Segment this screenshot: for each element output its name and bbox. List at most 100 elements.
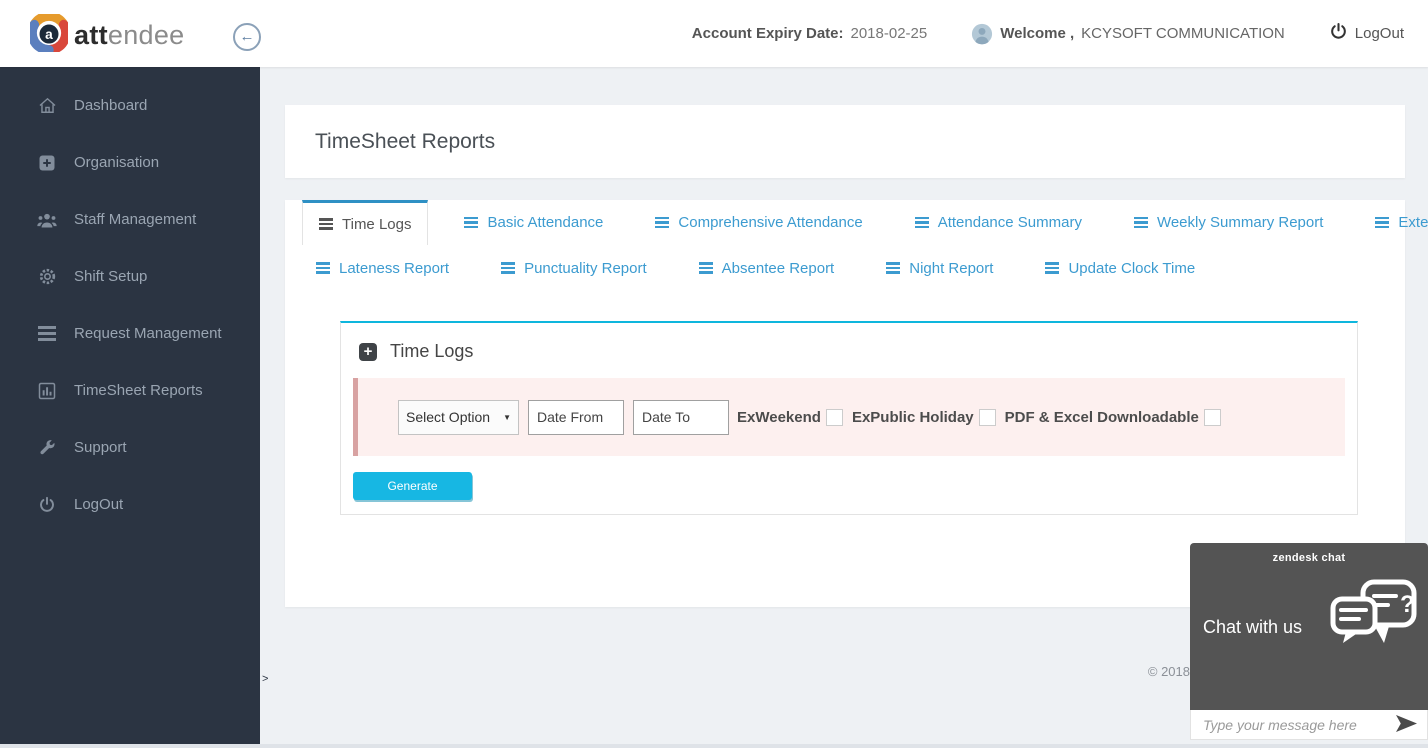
sidebar-item-label: Organisation <box>74 154 160 171</box>
tab-label: Time Logs <box>342 215 412 233</box>
report-filter-form: Select Option ▼ ExWeekend ExPublic Holid… <box>353 378 1345 456</box>
tab-time-logs[interactable]: Time Logs <box>302 200 429 245</box>
tab-label: Extended Report <box>1398 214 1428 231</box>
svg-text:?: ? <box>1400 591 1415 618</box>
back-button[interactable]: ← <box>233 23 261 51</box>
copyright-text: © 2018 <box>1147 664 1190 679</box>
wrench-icon <box>37 439 57 457</box>
plus-square-icon <box>37 154 57 172</box>
page-title-card: TimeSheet Reports <box>285 105 1405 178</box>
sidebar-item-label: Staff Management <box>74 211 197 228</box>
account-expiry: Account Expiry Date: 2018-02-25 <box>692 25 927 42</box>
tab-label: Update Clock Time <box>1068 259 1196 277</box>
welcome-label: Welcome , <box>1000 25 1075 42</box>
power-icon <box>1329 22 1348 45</box>
send-button[interactable] <box>1396 714 1417 735</box>
hamburger-icon <box>1133 217 1148 228</box>
sidebar-item-timesheet-reports[interactable]: TimeSheet Reports <box>0 362 260 419</box>
chat-panel[interactable]: zendesk chat Chat with us ? <box>1190 543 1428 710</box>
list-icon <box>37 326 57 341</box>
expand-plus-icon[interactable]: + <box>359 342 377 361</box>
tab-label: Attendance Summary <box>937 214 1082 231</box>
tab-absentee-report[interactable]: Absentee Report <box>683 249 851 287</box>
chat-message-input[interactable] <box>1203 716 1396 733</box>
power-icon <box>37 496 57 514</box>
generate-button[interactable]: Generate <box>353 472 472 500</box>
sidebar-item-shift-setup[interactable]: Shift Setup <box>0 248 260 305</box>
logout-button-header[interactable]: LogOut <box>1329 22 1404 45</box>
tab-update-clock-time[interactable]: Update Clock Time <box>1029 249 1211 287</box>
time-logs-panel: + Time Logs Select Option ▼ ExWeekend Ex… <box>340 321 1358 515</box>
stray-text: > <box>262 673 269 685</box>
tab-label: Comprehensive Attendance <box>678 214 863 231</box>
sidebar-item-organisation[interactable]: Organisation <box>0 134 260 191</box>
hamburger-icon <box>1045 262 1060 273</box>
sidebar-item-dashboard[interactable]: Dashboard <box>0 77 260 134</box>
logout-label: LogOut <box>1354 25 1404 42</box>
date-from-input[interactable] <box>528 399 624 435</box>
hamburger-icon <box>914 217 929 228</box>
panel-title: Time Logs <box>390 341 474 361</box>
sidebar: Dashboard Organisation Staff Management … <box>0 67 260 748</box>
sidebar-item-request-management[interactable]: Request Management <box>0 305 260 362</box>
account-expiry-value: 2018-02-25 <box>850 25 928 42</box>
logo-text: attendee <box>74 20 185 50</box>
tab-extended-report[interactable]: Extended Report <box>1359 200 1428 245</box>
welcome-block: Welcome , KCYSOFT COMMUNICATION <box>971 23 1285 45</box>
chevron-down-icon: ▼ <box>503 412 511 422</box>
tab-label: Lateness Report <box>339 259 450 277</box>
avatar-icon <box>971 23 993 45</box>
bottom-border-strip <box>0 744 1428 748</box>
logo-icon: a <box>27 11 71 57</box>
tab-label: Punctuality Report <box>524 259 647 277</box>
zendesk-chat-widget: zendesk chat Chat with us ? <box>1190 543 1428 740</box>
select-option-dropdown[interactable]: Select Option ▼ <box>398 399 519 435</box>
sidebar-item-label: Support <box>74 439 127 456</box>
hamburger-icon <box>319 218 333 229</box>
hamburger-icon <box>698 262 713 273</box>
sidebar-item-support[interactable]: Support <box>0 419 260 476</box>
sidebar-item-staff-management[interactable]: Staff Management <box>0 191 260 248</box>
sidebar-item-label: Shift Setup <box>74 268 148 285</box>
logo[interactable]: a attendee <box>27 11 185 57</box>
sidebar-item-label: Request Management <box>74 325 222 342</box>
sidebar-item-label: Dashboard <box>74 97 148 114</box>
tabs-row-2: Lateness Report Punctuality Report Absen… <box>285 249 1405 287</box>
tab-night-report[interactable]: Night Report <box>870 249 1009 287</box>
panel-header: + Time Logs <box>359 341 1345 362</box>
company-name: KCYSOFT COMMUNICATION <box>1081 25 1285 42</box>
users-icon <box>37 211 57 229</box>
chat-bubbles-icon: ? <box>1330 579 1418 670</box>
tab-lateness-report[interactable]: Lateness Report <box>300 249 465 287</box>
back-arrow-icon: ← <box>239 28 255 45</box>
hamburger-icon <box>886 262 901 273</box>
tab-label: Weekly Summary Report <box>1156 214 1324 231</box>
sidebar-item-label: LogOut <box>74 496 124 513</box>
exweekend-checkbox[interactable] <box>825 408 843 426</box>
select-option-value: Select Option <box>406 409 491 425</box>
expublic-holiday-checkbox[interactable] <box>978 408 996 426</box>
tabs-row-1: Time Logs Basic Attendance Comprehensive… <box>285 200 1428 245</box>
home-icon <box>37 96 57 115</box>
tab-weekly-summary-report[interactable]: Weekly Summary Report <box>1118 200 1339 245</box>
exweekend-label: ExWeekend <box>737 408 821 426</box>
tab-label: Night Report <box>909 259 994 277</box>
hamburger-icon <box>316 262 330 273</box>
sidebar-item-label: TimeSheet Reports <box>74 382 203 399</box>
header: a attendee ← Account Expiry Date: 2018-0… <box>0 0 1428 67</box>
pdf-excel-downloadable-label: PDF & Excel Downloadable <box>1004 408 1199 426</box>
hamburger-icon <box>1375 217 1390 228</box>
hamburger-icon <box>464 217 479 228</box>
sidebar-item-logout[interactable]: LogOut <box>0 476 260 533</box>
tab-comprehensive-attendance[interactable]: Comprehensive Attendance <box>639 200 878 245</box>
send-arrow-icon <box>1396 714 1417 735</box>
svg-text:a: a <box>45 27 53 42</box>
tab-attendance-summary[interactable]: Attendance Summary <box>899 200 1098 245</box>
date-to-input[interactable] <box>633 399 729 435</box>
header-right: Account Expiry Date: 2018-02-25 Welcome … <box>692 0 1404 67</box>
tab-basic-attendance[interactable]: Basic Attendance <box>448 200 619 245</box>
pdf-excel-downloadable-checkbox[interactable] <box>1203 408 1221 426</box>
tab-punctuality-report[interactable]: Punctuality Report <box>485 249 663 287</box>
gear-icon <box>37 267 57 286</box>
page-title: TimeSheet Reports <box>315 130 496 153</box>
